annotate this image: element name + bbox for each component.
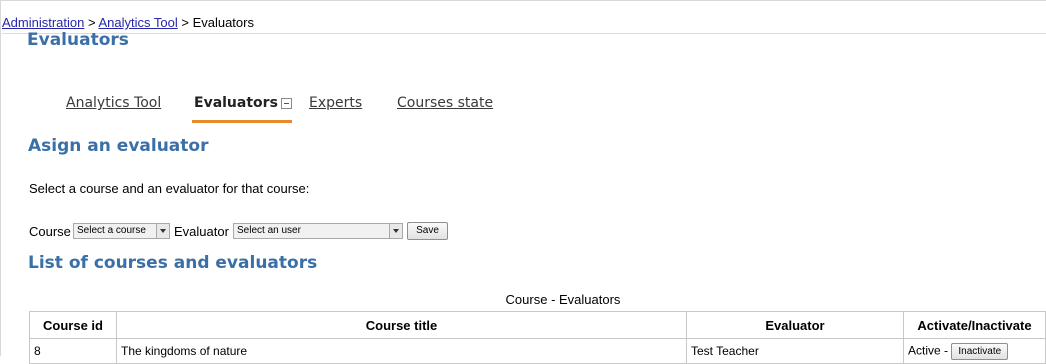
active-tab-indicator (192, 120, 292, 123)
breadcrumb-separator: > (84, 15, 99, 30)
cell-evaluator: Test Teacher (686, 338, 904, 364)
column-header-course-id[interactable]: Course id (29, 311, 117, 339)
status-text: Active - (908, 343, 949, 358)
table-row: 8 The kingdoms of nature Test Teacher Ac… (29, 338, 1046, 364)
column-header-evaluator[interactable]: Evaluator (686, 311, 904, 339)
breadcrumb-analytics-tool[interactable]: Analytics Tool (98, 15, 177, 30)
tab-analytics-tool[interactable]: Analytics Tool (66, 95, 161, 111)
breadcrumb-administration[interactable]: Administration (2, 15, 84, 30)
cell-course-title: The kingdoms of nature (116, 338, 687, 364)
breadcrumb-separator: > (177, 15, 193, 30)
cell-course-id: 8 (29, 338, 117, 364)
table-caption-text: Course - Evaluators (505, 292, 621, 307)
cell-activate: Active - Inactivate (903, 338, 1046, 364)
collapse-icon[interactable] (280, 97, 292, 109)
evaluator-select-value: Select an user (237, 225, 301, 236)
course-select-value: Select a course (77, 225, 146, 236)
assign-instruction: Select a course and an evaluator for tha… (29, 181, 310, 196)
column-header-activate[interactable]: Activate/Inactivate (903, 311, 1046, 339)
course-label: Course (29, 224, 71, 239)
tab-evaluators-label: Evaluators (194, 95, 278, 111)
evaluator-label: Evaluator (174, 224, 229, 239)
chevron-down-icon[interactable] (389, 224, 402, 238)
course-select[interactable]: Select a course (73, 223, 170, 239)
page-title: Evaluators (27, 30, 129, 50)
table-caption: Course - Evaluators (0, 292, 1046, 307)
breadcrumb: Administration > Analytics Tool > Evalua… (2, 14, 1046, 34)
tab-experts[interactable]: Experts (309, 95, 362, 111)
chevron-down-icon[interactable] (156, 224, 169, 238)
table-header-row: Course id Course title Evaluator Activat… (29, 311, 1046, 339)
evaluator-select[interactable]: Select an user (233, 223, 403, 239)
column-header-course-title[interactable]: Course title (116, 311, 687, 339)
breadcrumb-current: Evaluators (192, 15, 254, 30)
evaluators-table: Course id Course title Evaluator Activat… (29, 311, 1046, 364)
window-top-border (0, 0, 1046, 1)
save-button[interactable]: Save (407, 222, 448, 240)
inactivate-button[interactable]: Inactivate (951, 342, 1009, 360)
tab-courses-state[interactable]: Courses state (397, 95, 493, 111)
assign-heading: Asign an evaluator (28, 136, 209, 156)
tab-evaluators[interactable]: Evaluators (194, 95, 292, 111)
list-heading: List of courses and evaluators (28, 253, 318, 273)
